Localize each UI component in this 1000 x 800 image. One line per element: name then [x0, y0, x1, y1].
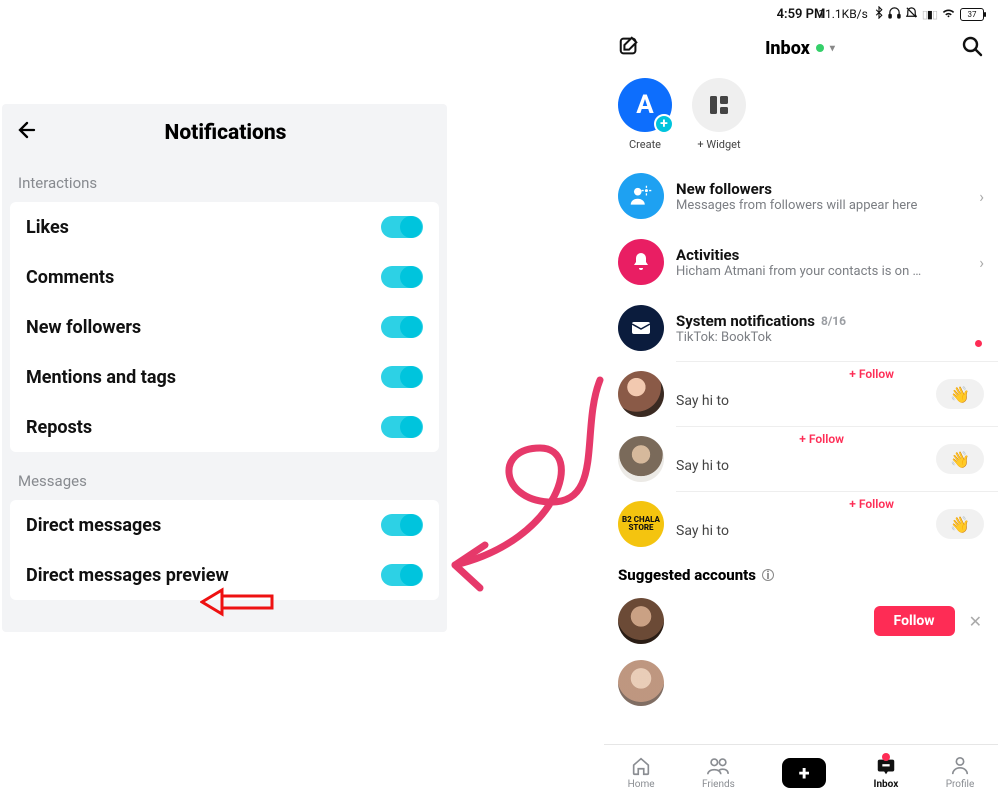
interactions-card: Likes Comments New followers Mentions an… — [10, 202, 439, 452]
toggle-direct-messages[interactable] — [381, 514, 423, 536]
inbox-title[interactable]: Inbox ▾ — [765, 38, 835, 59]
wifi-icon — [941, 7, 956, 22]
follow-link[interactable]: + Follow — [799, 432, 844, 446]
tab-post[interactable]: + — [782, 758, 826, 788]
avatar: B2 CHALASTORE — [618, 501, 664, 547]
home-icon — [630, 755, 652, 777]
row-reposts[interactable]: Reposts — [10, 402, 439, 452]
toggle-likes[interactable] — [381, 216, 423, 238]
tab-bar: Home Friends + Inbox Profile — [604, 744, 998, 800]
profile-icon — [950, 755, 970, 777]
section-label-messages: Messages — [2, 464, 447, 496]
avatar-create: A + — [618, 78, 672, 132]
headphone-icon — [888, 6, 901, 22]
section-label-interactions: Interactions — [2, 166, 447, 198]
status-time: 4:59 PM — [777, 7, 826, 22]
unread-dot-icon — [975, 340, 982, 347]
dnd-icon — [905, 6, 918, 22]
page-title: Notifications — [40, 121, 411, 145]
toggle-mentions[interactable] — [381, 366, 423, 388]
dismiss-button[interactable]: ✕ — [967, 612, 984, 631]
chevron-right-icon: › — [979, 253, 984, 272]
quick-widget[interactable]: + Widget — [692, 78, 746, 151]
status-net: 11.1KB/s — [818, 7, 868, 21]
toggle-comments[interactable] — [381, 266, 423, 288]
row-likes[interactable]: Likes — [10, 202, 439, 252]
avatar — [618, 598, 664, 644]
row-direct-messages[interactable]: Direct messages — [10, 500, 439, 550]
tab-inbox[interactable]: Inbox — [874, 755, 899, 790]
row-mentions[interactable]: Mentions and tags — [10, 352, 439, 402]
dm-suggestion-row[interactable]: + FollowSay hi to 👋 — [604, 427, 998, 491]
plus-badge-icon: + — [654, 114, 674, 134]
signal-icon: ▯▮▯ — [922, 8, 937, 21]
dm-suggestion-row[interactable]: + FollowSay hi to 👋 — [604, 362, 998, 426]
fade-overlay — [604, 714, 998, 744]
notifications-settings-panel: Notifications Interactions Likes Comment… — [2, 104, 447, 632]
tab-friends[interactable]: Friends — [702, 755, 735, 790]
inbox-system[interactable]: System notifications 8/16 TikTok: BookTo… — [604, 295, 998, 361]
bluetooth-icon — [874, 6, 884, 22]
online-dot-icon — [816, 44, 824, 52]
toggle-new-followers[interactable] — [381, 316, 423, 338]
wave-button[interactable]: 👋 — [936, 509, 984, 539]
back-arrow-icon[interactable] — [16, 118, 40, 148]
curvy-arrow-icon — [430, 370, 630, 600]
suggested-account-row[interactable]: Follow ✕ — [604, 590, 998, 652]
messages-card: Direct messages Direct messages preview — [10, 500, 439, 600]
bell-icon — [618, 239, 664, 285]
status-bar: 4:59 PM 11.1KB/s ▯▮▯ 37 — [604, 0, 998, 24]
chevron-right-icon: › — [979, 187, 984, 206]
chevron-down-icon: ▾ — [830, 43, 835, 54]
tab-profile[interactable]: Profile — [946, 755, 975, 790]
callout-arrow-icon — [200, 586, 280, 618]
plus-icon: + — [782, 758, 826, 788]
avatar — [618, 371, 664, 417]
row-new-followers[interactable]: New followers — [10, 302, 439, 352]
wave-button[interactable]: 👋 — [936, 444, 984, 474]
inbox-activities[interactable]: Activities Hicham Atmani from your conta… — [604, 229, 998, 295]
follow-link[interactable]: + Follow — [849, 367, 894, 381]
tab-home[interactable]: Home — [628, 755, 655, 790]
friends-icon — [706, 755, 730, 777]
follow-link[interactable]: + Follow — [849, 497, 894, 511]
followers-icon — [618, 173, 664, 219]
avatar — [618, 660, 664, 706]
battery-icon: 37 — [960, 8, 984, 21]
dm-suggestion-row[interactable]: B2 CHALASTORE + FollowSay hi to 👋 — [604, 492, 998, 556]
compose-icon[interactable] — [618, 35, 640, 61]
follow-button[interactable]: Follow — [874, 606, 955, 636]
inbox-panel: 4:59 PM 11.1KB/s ▯▮▯ 37 Inbox ▾ — [604, 0, 998, 800]
info-icon[interactable]: i — [762, 569, 774, 581]
envelope-icon — [618, 305, 664, 351]
toggle-dm-preview[interactable] — [381, 564, 423, 586]
wave-button[interactable]: 👋 — [936, 379, 984, 409]
suggested-account-row[interactable]: ✕ — [604, 652, 998, 714]
inbox-new-followers[interactable]: New followers Messages from followers wi… — [604, 163, 998, 229]
avatar — [618, 436, 664, 482]
widget-icon — [692, 78, 746, 132]
suggested-heading: Suggested accounts i — [604, 556, 998, 590]
quick-create[interactable]: A + Create — [618, 78, 672, 151]
search-icon[interactable] — [960, 34, 984, 62]
row-comments[interactable]: Comments — [10, 252, 439, 302]
toggle-reposts[interactable] — [381, 416, 423, 438]
